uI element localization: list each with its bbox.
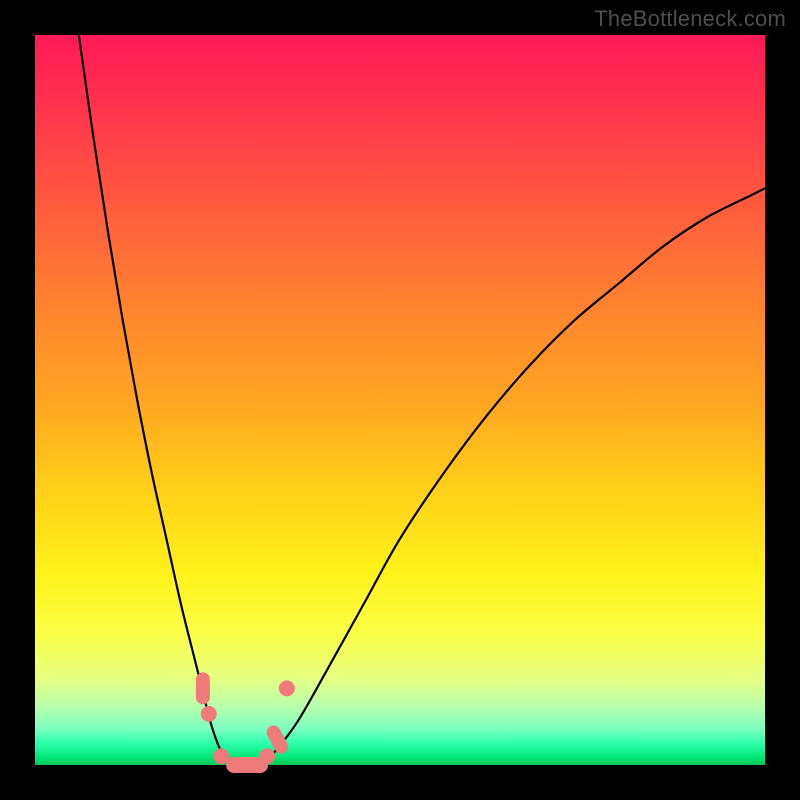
watermark-text: TheBottleneck.com — [594, 6, 786, 32]
curve-marker — [196, 672, 210, 704]
left-curve — [79, 35, 232, 765]
curve-marker — [213, 748, 229, 764]
curve-marker — [259, 748, 275, 764]
chart-frame: TheBottleneck.com — [0, 0, 800, 800]
plot-area — [35, 35, 765, 765]
curve-marker — [279, 680, 295, 696]
curve-layer — [35, 35, 765, 765]
right-curve — [261, 188, 765, 765]
curve-marker — [201, 706, 217, 722]
